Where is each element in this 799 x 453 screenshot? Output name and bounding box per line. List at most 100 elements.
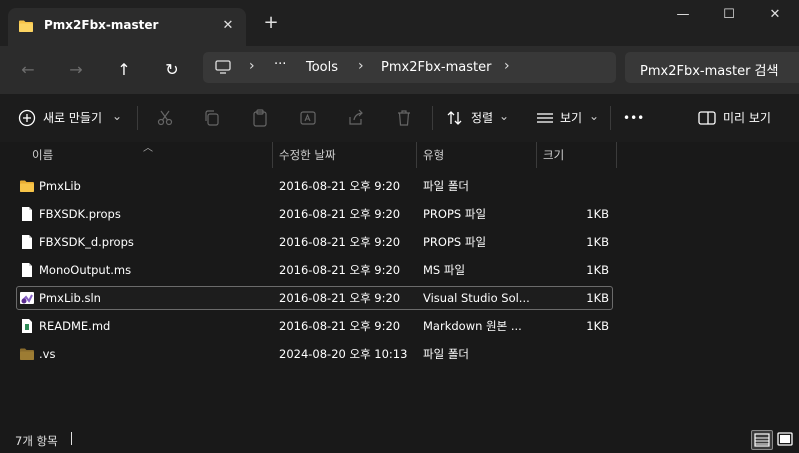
- status-bar: 7개 항목: [0, 428, 799, 453]
- new-button[interactable]: 새로 만들기: [43, 106, 102, 130]
- address-bar[interactable]: › ··· Tools › Pmx2Fbx-master ›: [203, 52, 616, 83]
- file-size: 1KB: [586, 263, 609, 277]
- file-row-vs[interactable]: .vs 2024-08-20 오후 10:13 파일 폴더: [16, 342, 613, 366]
- plus-circle-icon: [18, 109, 36, 127]
- file-name: PmxLib.sln: [39, 291, 101, 305]
- file-type: Visual Studio Sol...: [423, 291, 530, 305]
- chevron-down-icon: ⌄: [499, 109, 510, 123]
- file-date: 2016-08-21 오후 9:20: [279, 207, 401, 221]
- file-date: 2016-08-21 오후 9:20: [279, 319, 401, 333]
- markdown-file-icon: [22, 319, 32, 333]
- file-date: 2016-08-21 오후 9:20: [279, 263, 401, 277]
- item-count: 7개 항목: [15, 434, 58, 448]
- delete-icon[interactable]: [394, 108, 414, 128]
- folder-icon: [20, 180, 34, 192]
- breadcrumb-pmx2fbx-master[interactable]: Pmx2Fbx-master: [381, 60, 491, 75]
- breadcrumb-separator: ›: [358, 58, 364, 74]
- file-row-pmxlib-sln[interactable]: PmxLib.sln 2016-08-21 오후 9:20 Visual Stu…: [16, 286, 613, 310]
- file-row-pmxlib[interactable]: PmxLib 2016-08-21 오후 9:20 파일 폴더: [16, 174, 613, 198]
- divider: [432, 106, 433, 130]
- file-name: .vs: [39, 347, 56, 361]
- file-row-readme-md[interactable]: README.md 2016-08-21 오후 9:20 Markdown 원본…: [16, 314, 613, 338]
- column-header: ︿ 이름 수정한 날짜 유형 크기: [0, 142, 799, 168]
- column-name[interactable]: 이름: [25, 142, 272, 168]
- file-row-fbxsdk-props[interactable]: FBXSDK.props 2016-08-21 오후 9:20 PROPS 파일…: [16, 202, 613, 226]
- file-type: Markdown 원본 ...: [423, 319, 522, 333]
- preview-pane-icon: [698, 111, 716, 125]
- file-size: 1KB: [586, 319, 609, 333]
- file-type: PROPS 파일: [423, 207, 487, 221]
- sort-icon: [447, 111, 462, 125]
- chevron-down-icon: ⌄: [589, 109, 600, 123]
- file-icon: [22, 263, 32, 277]
- back-button[interactable]: ←: [16, 58, 40, 82]
- file-size: [546, 174, 609, 198]
- divider: [610, 106, 611, 130]
- view-lines-icon: [537, 113, 553, 123]
- large-icons-view-icon[interactable]: [775, 430, 795, 448]
- file-size: 1KB: [586, 235, 609, 249]
- minimize-button[interactable]: —: [660, 0, 706, 32]
- text-cursor: [71, 432, 72, 445]
- file-icon: [22, 207, 32, 221]
- column-type[interactable]: 유형: [416, 142, 536, 168]
- close-window-button[interactable]: ✕: [752, 0, 798, 32]
- breadcrumb-tools[interactable]: Tools: [306, 60, 338, 75]
- forward-button[interactable]: →: [64, 58, 88, 82]
- file-row-monooutput-ms[interactable]: MonoOutput.ms 2016-08-21 오후 9:20 MS 파일 1…: [16, 258, 613, 282]
- computer-icon: [215, 60, 231, 74]
- file-name: FBXSDK_d.props: [39, 235, 134, 249]
- visual-studio-solution-icon: [20, 292, 34, 304]
- preview-button[interactable]: 미리 보기: [723, 106, 771, 130]
- breadcrumb-more-button[interactable]: ···: [274, 57, 286, 72]
- file-date: 2016-08-21 오후 9:20: [279, 179, 401, 193]
- address-row: ← → ↑ ↻ › ··· Tools › Pmx2Fbx-master › P…: [0, 46, 799, 94]
- rename-icon[interactable]: [298, 108, 318, 128]
- tab-pmx2fbx-master[interactable]: Pmx2Fbx-master ✕: [8, 8, 246, 46]
- breadcrumb-separator: ›: [249, 58, 255, 74]
- more-options-button[interactable]: •••: [623, 106, 644, 130]
- file-type: MS 파일: [423, 263, 466, 277]
- file-size: 1KB: [586, 207, 609, 221]
- file-type: 파일 폴더: [423, 179, 469, 193]
- file-name: MonoOutput.ms: [39, 263, 132, 277]
- chevron-down-icon: ⌄: [112, 109, 123, 123]
- folder-icon: [19, 20, 33, 32]
- column-divider[interactable]: [616, 142, 617, 168]
- file-type: 파일 폴더: [423, 347, 469, 361]
- view-button[interactable]: 보기: [560, 106, 582, 130]
- share-icon[interactable]: [346, 108, 366, 128]
- file-explorer-window: Pmx2Fbx-master ✕ + — ☐ ✕ ← → ↑ ↻ › ··· T…: [0, 0, 799, 453]
- column-size[interactable]: 크기: [536, 142, 616, 168]
- search-box[interactable]: Pmx2Fbx-master 검색: [625, 52, 799, 83]
- file-size: [546, 342, 609, 366]
- tab-strip: Pmx2Fbx-master ✕ + — ☐ ✕: [0, 0, 799, 46]
- maximize-button[interactable]: ☐: [706, 0, 752, 32]
- file-row-fbxsdk-d-props[interactable]: FBXSDK_d.props 2016-08-21 오후 9:20 PROPS …: [16, 230, 613, 254]
- file-date: 2016-08-21 오후 9:20: [279, 291, 401, 305]
- close-tab-icon[interactable]: ✕: [218, 16, 238, 36]
- details-view-icon[interactable]: [751, 430, 773, 450]
- file-icon: [22, 235, 32, 249]
- file-size: 1KB: [586, 291, 609, 305]
- hidden-folder-icon: [20, 348, 34, 360]
- file-name: README.md: [39, 319, 111, 333]
- command-bar: 새로 만들기 ⌄ 정렬 ⌄ 보기 ⌄ ••• 미리 보기: [0, 94, 799, 142]
- refresh-button[interactable]: ↻: [160, 58, 184, 82]
- copy-icon[interactable]: [202, 108, 222, 128]
- file-type: PROPS 파일: [423, 235, 487, 249]
- cut-icon[interactable]: [155, 108, 175, 128]
- paste-icon[interactable]: [250, 108, 270, 128]
- divider: [137, 106, 138, 130]
- search-placeholder: Pmx2Fbx-master 검색: [640, 64, 779, 79]
- column-date-modified[interactable]: 수정한 날짜: [272, 142, 416, 168]
- file-name: FBXSDK.props: [39, 207, 121, 221]
- new-tab-button[interactable]: +: [260, 12, 282, 34]
- up-button[interactable]: ↑: [112, 58, 136, 82]
- file-date: 2024-08-20 오후 10:13: [279, 347, 408, 361]
- file-date: 2016-08-21 오후 9:20: [279, 235, 401, 249]
- breadcrumb-separator[interactable]: ›: [504, 58, 510, 74]
- tab-title: Pmx2Fbx-master: [44, 18, 159, 32]
- file-name: PmxLib: [39, 179, 81, 193]
- sort-button[interactable]: 정렬: [471, 106, 493, 130]
